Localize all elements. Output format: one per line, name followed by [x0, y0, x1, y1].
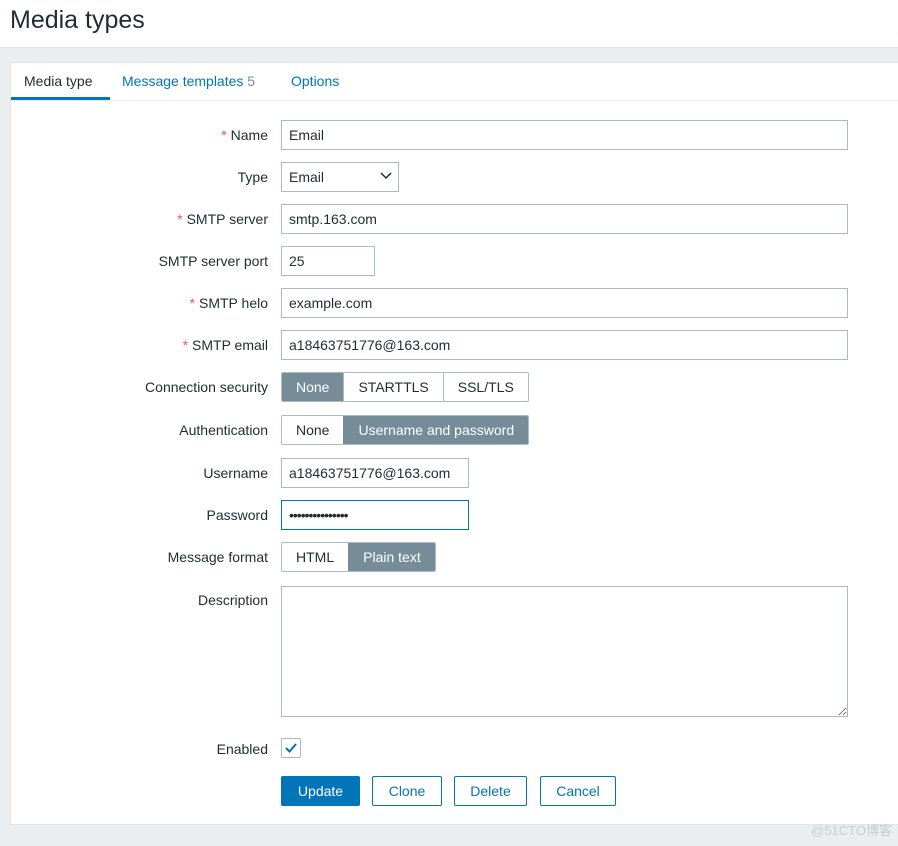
tab-media-type[interactable]: Media type	[24, 73, 92, 89]
smtp-helo-input[interactable]	[281, 288, 848, 318]
message-format-toggle: HTML Plain text	[281, 542, 436, 572]
authentication-none[interactable]: None	[282, 416, 343, 444]
password-input[interactable]: •••••••••••••••	[281, 500, 469, 530]
watermark: @51CTO博客	[811, 823, 892, 838]
smtp-helo-label: * SMTP helo	[189, 295, 268, 311]
media-type-form-panel: Media type Message templates 5 Options *…	[10, 62, 898, 825]
type-select[interactable]: Email	[281, 162, 399, 192]
authentication-toggle: None Username and password	[281, 415, 530, 445]
type-label: Type	[237, 169, 268, 185]
connection-security-toggle: None STARTTLS SSL/TLS	[281, 372, 529, 402]
enabled-checkbox[interactable]	[281, 738, 301, 758]
page-header: Media types	[0, 0, 898, 48]
message-format-label: Message format	[167, 549, 268, 565]
page-title: Media types	[10, 6, 145, 34]
name-input[interactable]	[281, 120, 848, 150]
username-label: Username	[203, 465, 268, 481]
smtp-port-label: SMTP server port	[158, 253, 268, 269]
message-format-plain-text[interactable]: Plain text	[348, 543, 435, 571]
tab-message-templates[interactable]: Message templates 5	[122, 73, 255, 89]
update-button[interactable]: Update	[281, 776, 360, 806]
delete-button[interactable]: Delete	[454, 776, 527, 806]
smtp-email-input[interactable]	[281, 330, 848, 360]
description-textarea[interactable]	[281, 586, 848, 717]
enabled-label: Enabled	[216, 741, 268, 757]
description-label: Description	[197, 592, 268, 608]
password-label: Password	[206, 507, 268, 523]
clone-button[interactable]: Clone	[372, 776, 442, 806]
connection-security-starttls[interactable]: STARTTLS	[343, 373, 442, 401]
connection-security-none[interactable]: None	[282, 373, 344, 401]
tab-bar: Media type Message templates 5 Options	[11, 63, 898, 101]
smtp-server-input[interactable]	[281, 204, 848, 234]
chevron-down-icon	[380, 172, 392, 180]
checkmark-icon	[285, 743, 297, 753]
smtp-port-input[interactable]	[281, 246, 375, 276]
tab-count-badge: 5	[247, 73, 256, 89]
tab-options[interactable]: Options	[291, 73, 339, 89]
cancel-button[interactable]: Cancel	[540, 776, 616, 806]
name-label: * Name	[221, 127, 268, 143]
smtp-server-label: * SMTP server	[177, 211, 268, 227]
username-input[interactable]	[281, 458, 469, 488]
connection-security-ssl-tls[interactable]: SSL/TLS	[442, 373, 528, 401]
authentication-username-password[interactable]: Username and password	[343, 416, 529, 444]
tab-label: Message templates	[122, 73, 244, 89]
connection-security-label: Connection security	[145, 379, 268, 395]
authentication-label: Authentication	[179, 422, 268, 438]
smtp-email-label: * SMTP email	[182, 337, 268, 353]
message-format-html[interactable]: HTML	[282, 543, 348, 571]
active-tab-indicator	[11, 97, 110, 100]
